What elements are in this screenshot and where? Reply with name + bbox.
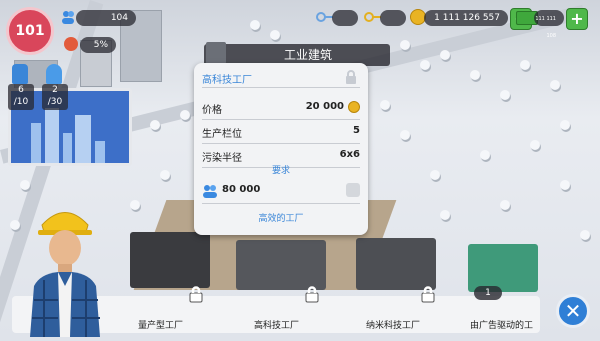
requirement-check [346, 183, 360, 197]
power-meter[interactable]: 2 /30 [42, 84, 68, 110]
building-thumb-mass-production[interactable] [130, 232, 210, 288]
requirements-title: 要求 [271, 166, 290, 176]
building-label-3[interactable]: 由广告驱动的工 [470, 318, 538, 331]
building-thumb-hightech[interactable] [236, 240, 326, 290]
simoleons-value: 1 111 126 557 [434, 13, 500, 23]
building-info-panel: 高科技工厂 价格 20 000 生产栏位 5 污染半径 6x6 要求 80 00… [194, 63, 368, 235]
building-label-1[interactable]: 高科技工厂 [254, 318, 299, 331]
power-cap: /30 [47, 97, 63, 107]
power-current: 2 [52, 85, 58, 95]
price-label: 价格 [202, 105, 222, 116]
price-row: 价格 20 000 [202, 97, 360, 117]
pollution-row: 污染半径 6x6 [202, 145, 360, 165]
water-meter[interactable]: 6 /10 [8, 84, 34, 110]
lock-icon [187, 285, 205, 303]
close-icon: ✕ [564, 299, 582, 323]
slots-row: 生产栏位 5 [202, 121, 360, 141]
factory-category-icon [206, 42, 226, 64]
level-value: 101 [15, 23, 45, 39]
coin-icon [348, 101, 360, 113]
happiness-pill: 5% [80, 37, 116, 53]
building-thumb-ad-driven[interactable] [468, 244, 538, 292]
pollution-label: 污染半径 [202, 153, 242, 164]
simoleons-pill: 1 111 126 557 [424, 10, 508, 26]
close-button[interactable]: ✕ [556, 294, 590, 328]
pollution-value: 6x6 [339, 149, 360, 160]
building-label-2[interactable]: 纳米科技工厂 [366, 318, 420, 331]
building-label-0[interactable]: 量产型工厂 [138, 318, 183, 331]
advisor-character [20, 190, 110, 337]
gold-keys-pill [380, 10, 406, 26]
price-value: 20 000 [305, 101, 344, 112]
requirement-row: 80 000 [202, 181, 360, 199]
unhappy-face-icon [64, 37, 78, 51]
population-icon [60, 9, 76, 24]
lock-icon [419, 285, 437, 303]
requirement-value: 80 000 [222, 184, 261, 195]
population-pill: 104 [76, 10, 136, 26]
population-value: 104 [110, 13, 128, 23]
power-icon [46, 64, 62, 84]
count-badge: 1 [474, 286, 502, 300]
water-cap: /10 [13, 97, 29, 107]
level-badge[interactable]: 101 [6, 7, 54, 55]
category-title: 工业建筑 [283, 48, 332, 62]
silver-keys-pill [332, 10, 358, 26]
population-requirement-icon [202, 183, 218, 198]
slots-label: 生产栏位 [202, 129, 242, 140]
happiness-value: 5% [93, 40, 108, 50]
building-description: 高效的工厂 [258, 214, 304, 224]
add-simcash-button[interactable]: + [566, 8, 588, 30]
building-name: 高科技工厂 [202, 75, 252, 86]
water-tower-icon [12, 64, 28, 84]
simcash-pill: 111 111 108 [534, 10, 564, 39]
count-badge-value: 1 [485, 288, 491, 298]
water-current: 6 [18, 85, 24, 95]
lock-icon [303, 285, 321, 303]
building-thumb-nanotech[interactable] [356, 238, 436, 290]
slots-value: 5 [353, 125, 360, 136]
padlock-icon [344, 69, 358, 84]
